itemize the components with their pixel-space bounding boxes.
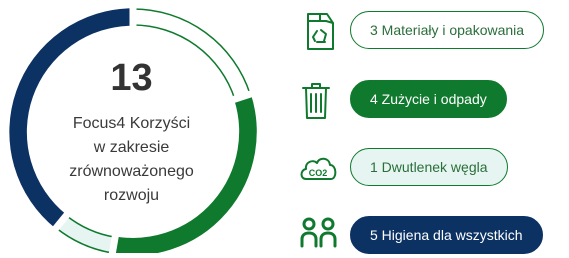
total-count: 13 xyxy=(110,57,153,99)
caption-line: Focus4 Korzyści xyxy=(72,115,191,132)
caption-line: w zakresie xyxy=(93,139,170,156)
recycle-box-icon xyxy=(307,13,334,50)
trash-bin-icon xyxy=(302,83,330,119)
category-pill-hygiene[interactable]: 5 Higiena dla wszystkich xyxy=(350,216,543,254)
svg-text:CO2: CO2 xyxy=(309,168,328,178)
category-pill-materials[interactable]: 3 Materiały i opakowania xyxy=(350,11,545,49)
category-pill-co2[interactable]: 1 Dwutlenek węgla xyxy=(350,148,508,186)
caption-line: zrównoważonego xyxy=(69,163,194,180)
caption-line: rozwoju xyxy=(103,187,160,204)
ring-caption: Focus4 Korzyści w zakresie zrównoważoneg… xyxy=(48,112,215,208)
co2-cloud-icon: CO2 xyxy=(300,157,337,180)
people-icon xyxy=(300,217,337,248)
category-pill-waste[interactable]: 4 Zużycie i odpady xyxy=(350,80,507,118)
